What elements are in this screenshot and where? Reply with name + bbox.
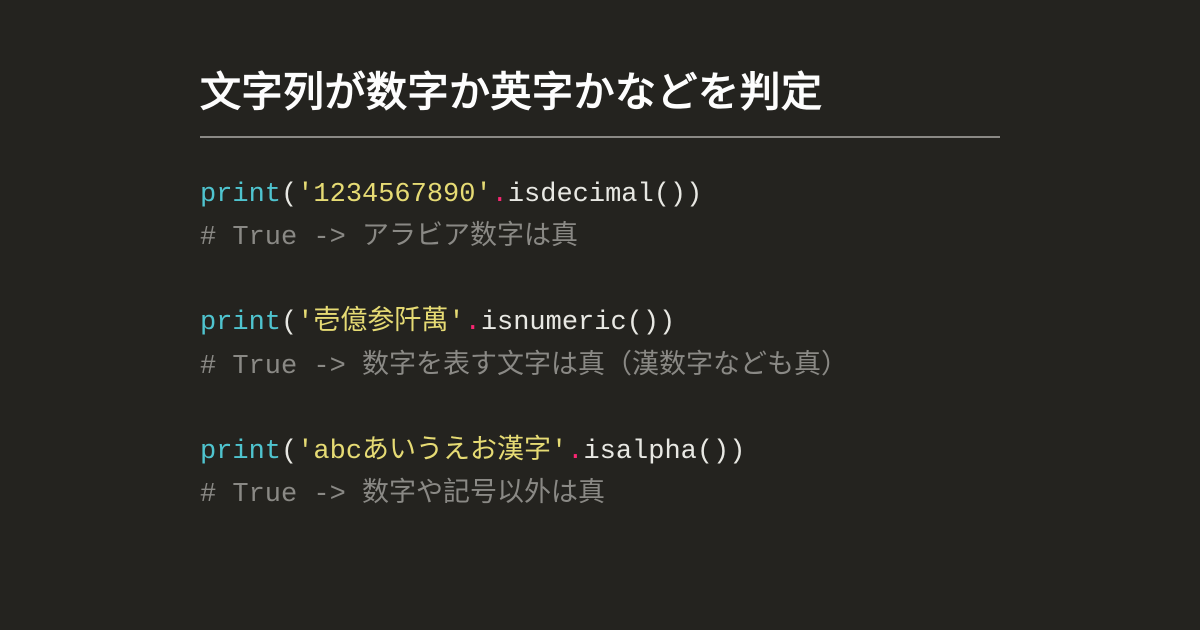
code-line: print('1234567890'.isdecimal()) <box>200 174 1000 217</box>
token-func: print <box>200 308 281 338</box>
code-block-2: print('壱億参阡萬'.isnumeric()) # True -> 数字を… <box>200 302 1000 388</box>
code-comment: # True -> 数字や記号以外は真 <box>200 474 1000 517</box>
token-string: '壱億参阡萬' <box>297 308 464 338</box>
token-func: print <box>200 180 281 210</box>
token-paren: ( <box>281 180 297 210</box>
code-snippet: print('1234567890'.isdecimal()) # True -… <box>200 174 1000 517</box>
token-paren: ()) <box>697 437 746 467</box>
token-string: 'abcあいうえお漢字' <box>297 437 567 467</box>
code-line: print('abcあいうえお漢字'.isalpha()) <box>200 431 1000 474</box>
code-block-3: print('abcあいうえお漢字'.isalpha()) # True -> … <box>200 431 1000 517</box>
token-method: isalpha <box>583 437 696 467</box>
code-comment: # True -> アラビア数字は真 <box>200 217 1000 260</box>
token-dot: . <box>567 437 583 467</box>
token-paren: ( <box>281 437 297 467</box>
code-block-1: print('1234567890'.isdecimal()) # True -… <box>200 174 1000 260</box>
token-paren: ( <box>281 308 297 338</box>
token-method: isdecimal <box>508 180 654 210</box>
token-paren: ()) <box>654 180 703 210</box>
code-line: print('壱億参阡萬'.isnumeric()) <box>200 302 1000 345</box>
code-comment: # True -> 数字を表す文字は真（漢数字なども真） <box>200 346 1000 389</box>
token-func: print <box>200 437 281 467</box>
token-paren: ()) <box>627 308 676 338</box>
token-dot: . <box>492 180 508 210</box>
token-string: '1234567890' <box>297 180 491 210</box>
page-title: 文字列が数字か英字かなどを判定 <box>200 58 1000 138</box>
token-method: isnumeric <box>481 308 627 338</box>
token-dot: . <box>465 308 481 338</box>
